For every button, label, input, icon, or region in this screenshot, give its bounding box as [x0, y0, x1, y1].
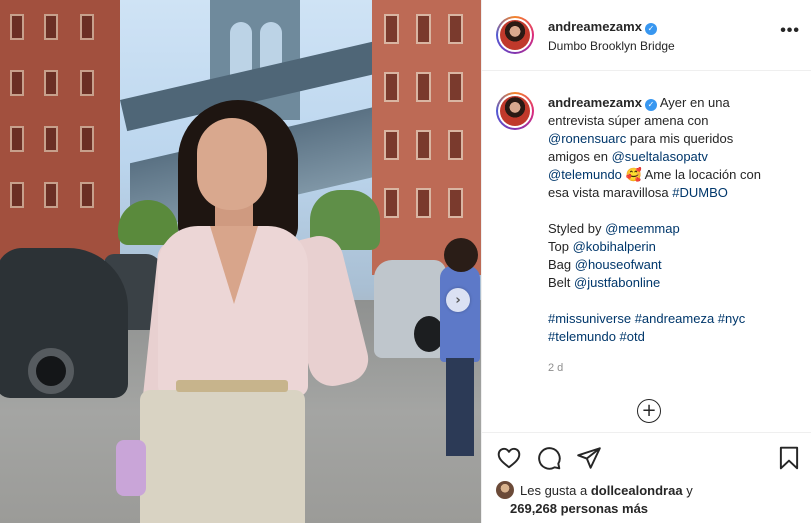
post-caption: andreamezamx ✓ Ayer en una entrevista súp…	[548, 94, 798, 346]
verified-badge-icon: ✓	[644, 99, 657, 111]
avatar[interactable]	[496, 92, 534, 130]
bookmark-icon[interactable]	[776, 445, 802, 471]
liker-username[interactable]: dollcealondraa	[591, 483, 683, 498]
post-timestamp[interactable]: 2 d	[548, 362, 563, 374]
more-options-icon[interactable]: •••	[780, 22, 800, 40]
woman-pants	[140, 390, 305, 523]
left-building	[0, 0, 120, 260]
avatar[interactable]	[496, 16, 534, 54]
mention-link[interactable]: @kobihalperin	[573, 239, 656, 254]
caption-text: entrevista súper amena con	[548, 113, 709, 128]
likes-prefix: Les gusta a	[520, 483, 591, 498]
comments-section: andreamezamx ✓ Ayer en una entrevista súp…	[482, 72, 811, 432]
comment-icon[interactable]	[536, 445, 562, 471]
caption-text: Belt	[548, 275, 575, 290]
woman-face	[197, 118, 267, 210]
mention-link[interactable]: @meemmap	[605, 221, 680, 236]
mention-link[interactable]: @justfabonline	[574, 275, 660, 290]
heart-icon[interactable]	[496, 445, 522, 471]
mention-link[interactable]: @ronensuarc	[548, 131, 626, 146]
post-location[interactable]: Dumbo Brooklyn Bridge	[548, 39, 675, 53]
likes-joiner: y	[682, 483, 693, 498]
caption-text: esa vista maravillosa	[548, 185, 673, 200]
likes-count[interactable]: 269,268 personas más	[510, 501, 648, 516]
woman-bag	[116, 440, 146, 496]
verified-badge-icon: ✓	[644, 23, 657, 35]
caption-username[interactable]: andreamezamx	[548, 95, 642, 110]
pedestrian	[440, 238, 480, 458]
author-username[interactable]: andreamezamx	[548, 19, 642, 34]
post-actions: Les gusta a dollcealondraa y 269,268 per…	[482, 432, 811, 523]
woman-belt	[176, 380, 288, 392]
parked-car	[374, 260, 446, 358]
liker-avatar[interactable]	[496, 481, 514, 499]
caption-text: Top	[548, 239, 573, 254]
mention-link[interactable]: @telemundo	[548, 167, 622, 182]
parked-car	[0, 248, 128, 398]
blouse-neckline	[210, 226, 258, 304]
hashtag-link[interactable]: #DUMBO	[672, 185, 728, 200]
load-more-comments-button[interactable]: +	[637, 399, 661, 423]
mention-link[interactable]: @sueltalasopatv	[612, 149, 708, 164]
share-icon[interactable]	[576, 445, 602, 471]
caption-text: Bag	[548, 257, 575, 272]
caption-text: para mis queridos	[626, 131, 734, 146]
post-photo[interactable]: ›	[0, 0, 481, 523]
post-header: andreamezamx ✓ Dumbo Brooklyn Bridge •••	[482, 0, 811, 71]
caption-text: 🥰 Ame la locación con	[621, 167, 761, 182]
caption-text: amigos en	[548, 149, 612, 164]
next-photo-button[interactable]: ›	[446, 288, 470, 312]
hashtag-links[interactable]: #telemundo #otd	[548, 328, 798, 346]
caption-text: Ayer en una	[659, 95, 730, 110]
caption-text: Styled by	[548, 221, 606, 236]
hashtag-links[interactable]: #missuniverse #andreameza #nyc	[548, 310, 798, 328]
instagram-post: › andreamezamx ✓ Dumbo Brooklyn Bridge ••…	[0, 0, 811, 523]
author-username-row: andreamezamx ✓	[548, 19, 657, 35]
post-details-panel: andreamezamx ✓ Dumbo Brooklyn Bridge ••• …	[481, 0, 811, 523]
likes-summary: Les gusta a dollcealondraa y 269,268 per…	[496, 481, 693, 518]
right-building	[372, 0, 481, 275]
mention-link[interactable]: @houseofwant	[575, 257, 662, 272]
